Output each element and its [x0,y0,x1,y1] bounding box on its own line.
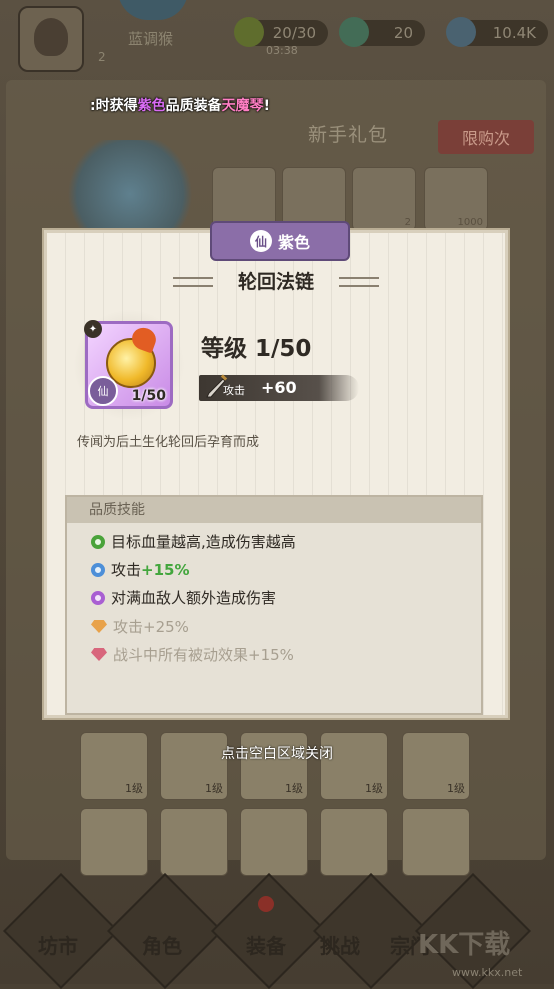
top-bar: 蓝调猴 2 20/30 03:38 20 10.4K [0,0,554,72]
pet-icon [118,0,188,20]
energy-icon [234,17,264,47]
player-name: 蓝调猴 [128,30,174,48]
notice-quality: 紫色 [137,98,166,114]
skill-text-main: 攻击 [113,618,144,636]
quality-skills-panel: 品质技能 目标血量越高,造成伤害越高 攻击+15% 对满血敌人额外造成伤害 攻击… [65,495,483,715]
gem-icon [339,17,369,47]
inventory-item[interactable] [160,808,228,876]
coin-value: 10.4K [492,24,536,42]
skill-text: 目标血量越高,造成伤害越高 [111,533,296,551]
skill-text: 攻击+25% [113,616,189,637]
nav-label-equipment: 装备 [246,934,286,958]
crystal-bundle-image [60,140,200,230]
nav-label-market: 坊市 [38,934,78,958]
star-icon: ✦ [84,320,102,338]
skill-row: 对满血敌人额外造成伤害 [91,587,276,608]
watermark: KK下载 [418,930,511,960]
inventory-item[interactable] [240,808,308,876]
item-name: 轮回法链 [237,271,314,293]
quality-mini-icon: 仙 [88,376,118,406]
skill-row: 攻击+15% [91,559,190,580]
coin-counter[interactable]: 10.4K [446,17,548,47]
reward-slot[interactable]: 2 [352,167,416,231]
attack-value: +60 [261,378,297,397]
skills-title: 品质技能 [67,497,481,523]
item-level-badge: 1/50 [131,388,166,404]
red-gem-icon [91,648,107,661]
item-detail-modal[interactable]: 仙 紫色 轮回法链 ✦ 仙 1/50 等级 1/50 攻击 +60 传闻为后土生… [44,221,508,718]
notification-badge [258,896,274,912]
skill-row-locked: 战斗中所有被动效果+15% [91,644,294,665]
item-level: 1级 [447,782,465,795]
inventory-item[interactable] [80,808,148,876]
system-notice: :时获得紫色品质装备天魔琴! [90,95,270,115]
attack-stat: 攻击 +60 [199,374,359,401]
item-level: 1级 [285,782,303,795]
limit-button[interactable]: 限购次 [438,120,534,154]
close-hint[interactable]: 点击空白区域关闭 [0,743,554,763]
notice-middle: 品质装备 [165,98,222,114]
nav-label-challenge: 挑战 [320,934,360,958]
gem-value: 20 [393,24,413,42]
inventory-item[interactable] [402,808,470,876]
skill-text: 对满血敌人额外造成伤害 [111,589,277,607]
skill-text: 攻击+15% [111,559,190,580]
quality-badge: 仙 紫色 [210,221,350,261]
skill-row-locked: 攻击+25% [91,616,189,637]
skill-text: 战斗中所有被动效果+15% [113,644,294,665]
player-level: 2 [98,50,106,64]
energy-value: 20/30 [272,24,316,42]
quality-icon: 仙 [249,230,272,252]
shop-title: 新手礼包 [308,124,389,146]
blue-ring-icon [91,562,105,577]
skill-bonus: +25% [143,618,189,636]
purple-ring-icon [91,590,105,605]
green-ring-icon [91,534,105,549]
item-level: 1级 [365,782,383,795]
notice-item: 天魔琴 [221,98,264,114]
skill-bonus: +15% [141,561,190,579]
energy-counter[interactable]: 20/30 [234,17,328,47]
reward-count: 1000 [457,217,483,228]
item-icon: ✦ 仙 1/50 [84,320,173,409]
reward-slot[interactable]: 1000 [424,167,488,231]
inventory-item[interactable] [320,808,388,876]
item-level: 1级 [125,782,143,795]
attack-label: 攻击 [223,384,245,397]
watermark-url: www.kkx.net [452,966,523,979]
reward-count: 2 [404,217,411,228]
notice-suffix: ! [263,98,270,114]
item-description: 传闻为后土生化轮回后孕育而成 [77,435,260,450]
energy-timer: 03:38 [266,44,298,57]
player-avatar[interactable] [18,6,84,72]
item-level: 等级 1/50 [201,336,312,362]
item-level: 1级 [205,782,223,795]
skill-bonus: +15% [248,646,294,664]
coin-icon [446,17,476,47]
skill-text-main: 攻击 [111,561,142,579]
title-ornament-right [339,277,379,287]
gem-counter[interactable]: 20 [339,17,425,47]
skill-row: 目标血量越高,造成伤害越高 [91,531,296,552]
quality-label: 紫色 [277,233,310,252]
skill-text-main: 战斗中所有被动效果 [113,646,249,664]
nav-label-character: 角色 [142,934,182,958]
orange-gem-icon [91,620,107,633]
notice-prefix: :时获得 [90,98,138,114]
